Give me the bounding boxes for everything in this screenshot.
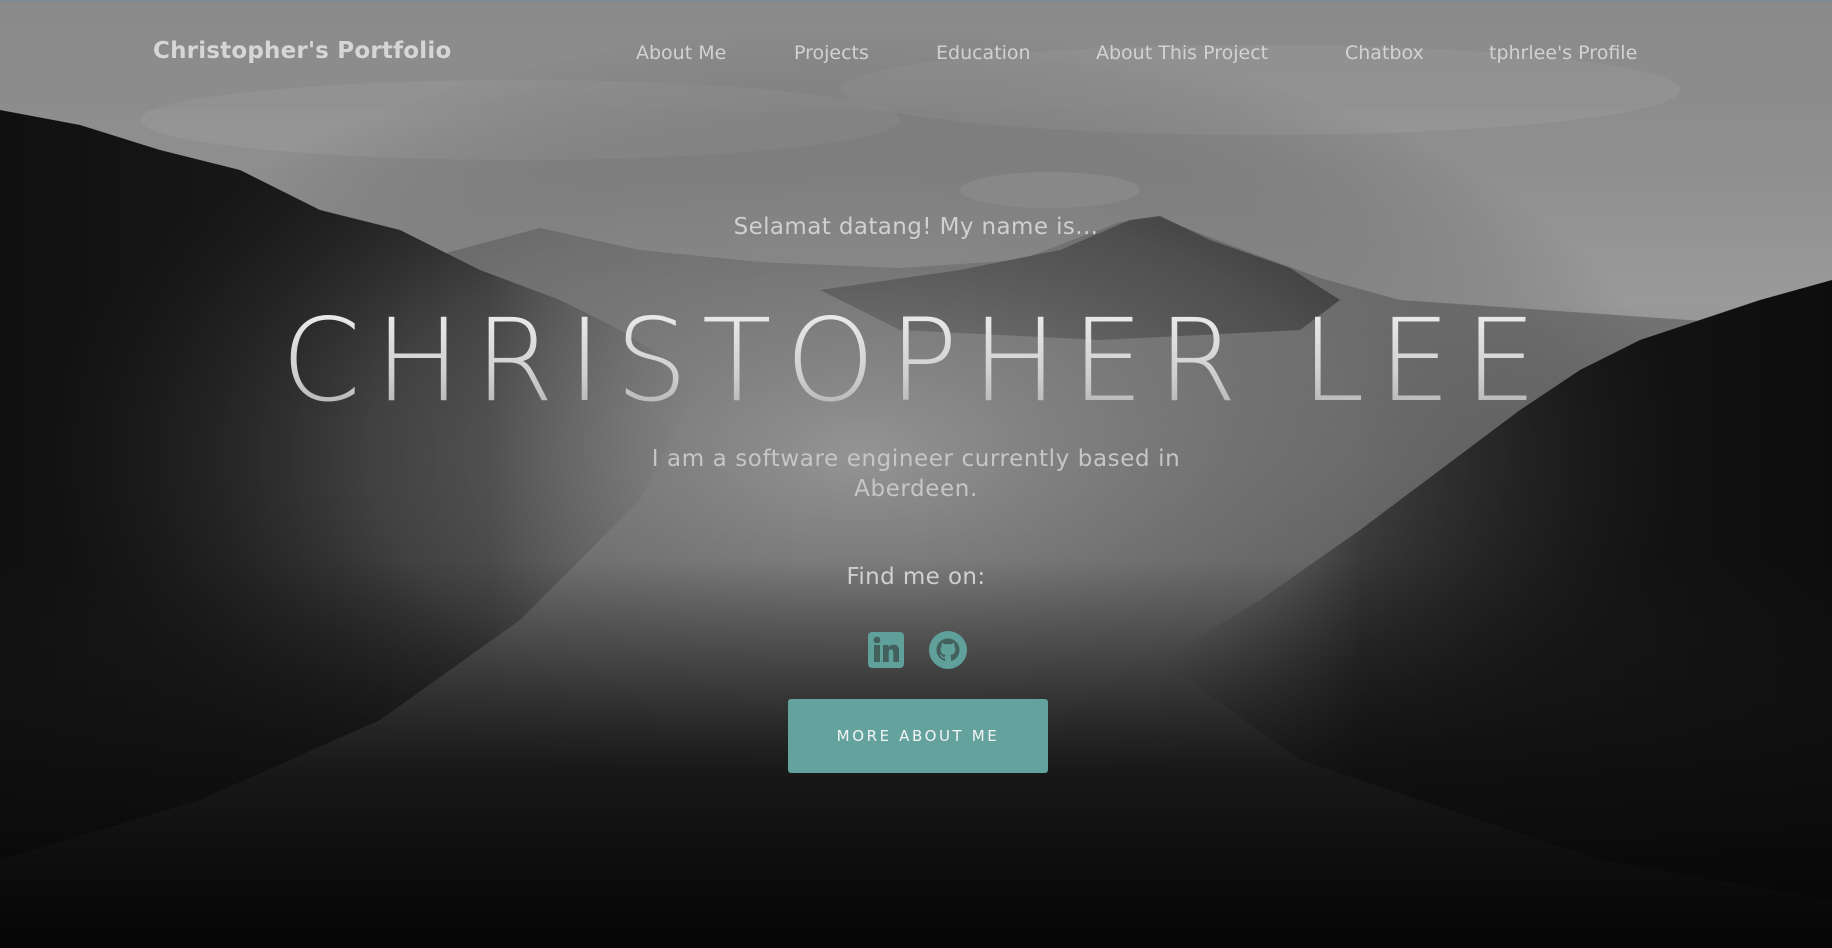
top-navbar: Christopher's Portfolio About Me Project…: [0, 0, 1832, 110]
portfolio-page: Christopher's Portfolio About Me Project…: [0, 0, 1832, 948]
github-icon: [929, 631, 967, 669]
nav-link-about-me[interactable]: About Me: [636, 42, 726, 64]
nav-link-about-this-project[interactable]: About This Project: [1096, 42, 1268, 64]
hero-tagline: I am a software engineer currently based…: [651, 446, 1181, 502]
nav-link-chatbox[interactable]: Chatbox: [1345, 42, 1424, 64]
more-about-me-button[interactable]: MORE ABOUT ME: [788, 699, 1048, 773]
linkedin-icon: [868, 632, 904, 668]
social-links: [866, 630, 970, 670]
hero-name: CHRISTOPHER LEE: [0, 296, 1832, 426]
linkedin-link[interactable]: [866, 630, 906, 670]
nav-links: About Me Projects Education About This P…: [0, 42, 1832, 72]
hero-greeting: Selamat datang! My name is...: [733, 214, 1099, 240]
github-link[interactable]: [928, 630, 968, 670]
nav-link-projects[interactable]: Projects: [794, 42, 869, 64]
nav-link-profile[interactable]: tphrlee's Profile: [1489, 42, 1637, 64]
find-me-label: Find me on:: [846, 564, 986, 590]
nav-link-education[interactable]: Education: [936, 42, 1031, 64]
